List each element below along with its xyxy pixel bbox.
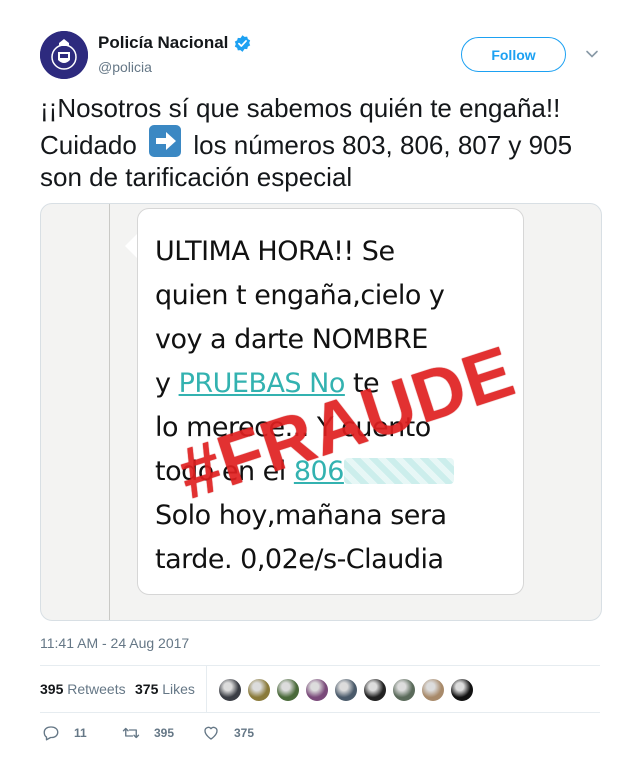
tweet-line-2-before: Cuidado xyxy=(40,130,137,160)
tweet-line-2-after: los números 803, 806, 807 y 905 xyxy=(193,130,573,160)
right-arrow-emoji-icon xyxy=(149,125,182,157)
police-badge-icon xyxy=(40,31,88,79)
liker-avatar[interactable] xyxy=(421,678,445,702)
reply-count: 11 xyxy=(74,726,87,740)
blurred-number xyxy=(343,458,454,484)
chevron-down-icon[interactable] xyxy=(585,47,599,61)
avatar[interactable] xyxy=(40,31,88,79)
divider-line xyxy=(109,204,110,620)
retweet-count: 395 xyxy=(154,726,175,740)
liker-avatar[interactable] xyxy=(450,678,474,702)
tweet-line-2: Cuidado los números 803, 806, 807 y 905 xyxy=(40,124,610,161)
liker-avatar[interactable] xyxy=(247,678,271,702)
liker-avatar[interactable] xyxy=(218,678,242,702)
reply-icon xyxy=(43,726,59,741)
liker-avatar[interactable] xyxy=(305,678,329,702)
likes-count: 375 xyxy=(135,681,159,697)
tweet-media[interactable]: ULTIMA HORA!! Se quien t engaña,cielo y … xyxy=(40,203,602,621)
verified-badge-icon xyxy=(235,34,251,52)
retweet-icon xyxy=(122,727,140,739)
follow-button[interactable]: Follow xyxy=(461,37,566,72)
tweet-line-3: son de tarificación especial xyxy=(40,162,353,192)
tweet-header: Policía Nacional @policia Follow xyxy=(40,31,616,81)
retweets-count: 395 xyxy=(40,681,64,697)
like-button[interactable]: 375 xyxy=(202,724,254,742)
liker-avatar[interactable] xyxy=(276,678,300,702)
liker-avatar[interactable] xyxy=(334,678,358,702)
sms-line: quien t engaña,cielo y xyxy=(155,280,445,311)
sms-line: tarde. 0,02e/s-Claudia xyxy=(155,544,444,575)
liker-avatar[interactable] xyxy=(392,678,416,702)
tweet-stats: 395 Retweets 375 Likes xyxy=(40,665,600,713)
tweet-actions: 11 395 375 xyxy=(40,724,340,744)
reply-button[interactable]: 11 xyxy=(42,724,87,742)
likes-stat[interactable]: 375 Likes xyxy=(135,681,195,697)
sms-text: y xyxy=(155,368,171,399)
liker-avatar[interactable] xyxy=(363,678,387,702)
retweets-label: Retweets xyxy=(67,681,126,697)
likes-label: Likes xyxy=(162,681,195,697)
sms-line: ULTIMA HORA!! Se xyxy=(155,236,395,267)
display-name[interactable]: Policía Nacional xyxy=(98,33,228,53)
name-row: Policía Nacional xyxy=(98,33,252,53)
stats-divider xyxy=(206,666,207,712)
liker-avatars xyxy=(218,678,479,702)
timestamp[interactable]: 11:41 AM - 24 Aug 2017 xyxy=(40,635,189,651)
handle[interactable]: @policia xyxy=(98,59,152,75)
like-count: 375 xyxy=(234,726,255,740)
tweet-line-1: ¡¡Nosotros sí que sabemos quién te engañ… xyxy=(40,93,561,123)
retweets-stat[interactable]: 395 Retweets xyxy=(40,681,126,697)
tweet-text: ¡¡Nosotros sí que sabemos quién te engañ… xyxy=(40,92,610,193)
heart-icon xyxy=(204,726,218,740)
retweet-button[interactable]: 395 xyxy=(122,724,174,742)
